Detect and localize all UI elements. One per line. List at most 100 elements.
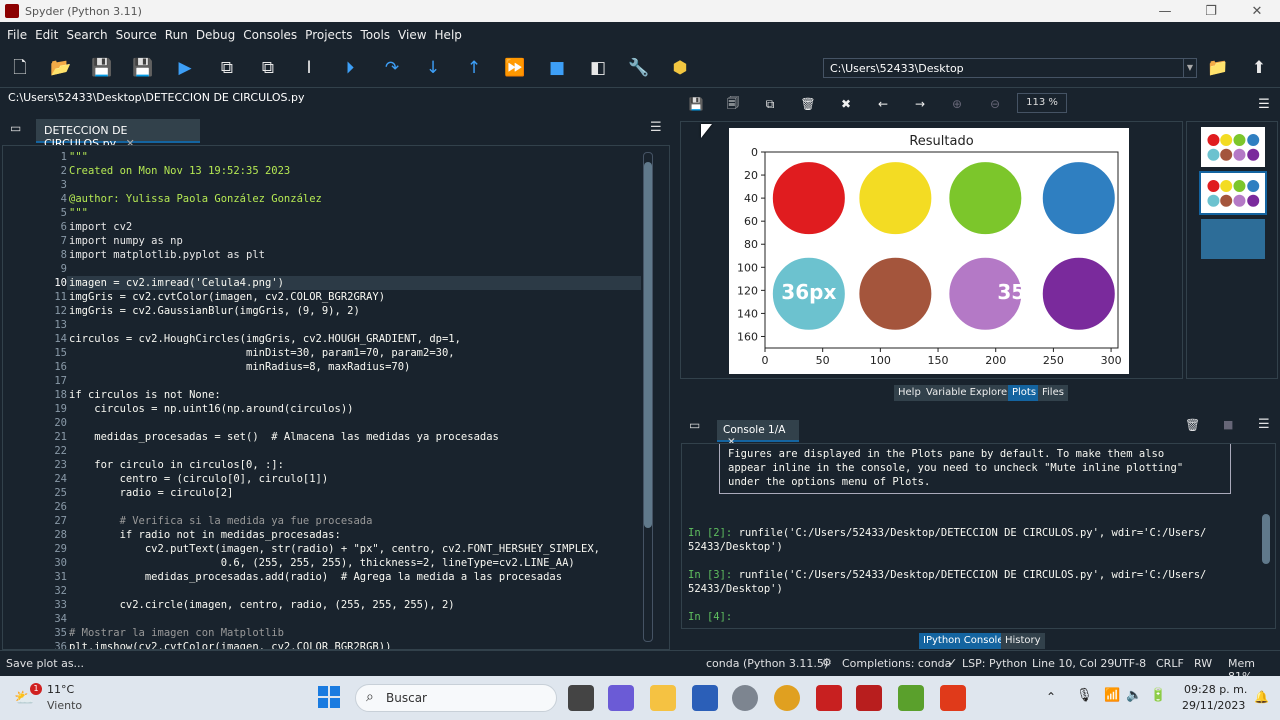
parent-directory-icon[interactable]: ⬆ (1247, 56, 1271, 80)
green-app-icon[interactable] (898, 685, 924, 711)
new-file-icon[interactable]: 🗋 (8, 56, 32, 80)
step-into-icon[interactable]: ↓ (421, 56, 445, 80)
weather-temp[interactable]: 11°C (47, 683, 74, 696)
maximize-pane-icon[interactable]: ◧ (586, 56, 610, 80)
console-current-prompt[interactable]: In [4]: (688, 610, 732, 624)
chevron-up-icon[interactable]: ⌃ (1046, 690, 1056, 704)
spyder-taskbar-icon[interactable] (940, 685, 966, 711)
task-view-icon[interactable] (568, 685, 594, 711)
code-editor[interactable]: 1 2 3 4 5 6 7 8 9 10 11 12 13 14 15 16 17 18 19 20 21 22 23 24 2… (2, 145, 670, 650)
save-file-icon[interactable]: 💾 (90, 56, 114, 80)
zoom-out-icon[interactable]: ⊖ (985, 94, 1005, 114)
remove-plot-icon[interactable]: 🗑 (798, 94, 818, 114)
plot-thumbnail-selected[interactable] (1199, 171, 1267, 215)
teams-chat-icon[interactable] (608, 685, 634, 711)
remove-all-plots-icon[interactable]: ✖ (836, 94, 856, 114)
plots-options-icon[interactable]: ☰ (1254, 94, 1274, 114)
debug-file-icon[interactable]: ⏵ (338, 56, 362, 80)
browse-tabs-icon[interactable]: ▭ (10, 121, 21, 135)
code-line: # Verifica si la medida ya fue procesada (69, 515, 373, 527)
menu-run[interactable]: Run (161, 28, 192, 42)
plot-thumbnails[interactable] (1186, 121, 1278, 379)
run-cell-advance-icon[interactable]: ⧉ (256, 56, 280, 80)
tab-files[interactable]: Files (1038, 385, 1068, 401)
chrome-icon[interactable] (774, 685, 800, 711)
maximize-button[interactable]: ❐ (1188, 0, 1234, 22)
console-tab[interactable]: Console 1/A ✕ (717, 420, 799, 448)
windows-start-icon[interactable] (318, 686, 340, 708)
status-lsp[interactable]: LSP: Python (962, 657, 1027, 670)
remove-console-icon[interactable]: 🗑 (1185, 418, 1200, 432)
wifi-icon[interactable]: 📶 (1104, 688, 1120, 703)
app-red-icon[interactable] (856, 685, 882, 711)
save-all-icon[interactable]: 💾 (131, 56, 155, 80)
tab-help[interactable]: Help (894, 385, 925, 401)
browse-directory-icon[interactable]: 📁 (1206, 56, 1230, 80)
menu-source[interactable]: Source (112, 28, 161, 42)
volume-icon[interactable]: 🔈 (1126, 688, 1142, 703)
menu-edit[interactable]: Edit (31, 28, 62, 42)
previous-plot-icon[interactable]: ← (873, 94, 893, 114)
preferences-wrench-icon[interactable]: 🔧 (627, 56, 651, 80)
y-tick-label: 0 (751, 146, 758, 159)
menu-file[interactable]: File (3, 28, 31, 42)
save-all-plots-icon[interactable]: 🗐 (723, 94, 743, 114)
menu-consoles[interactable]: Consoles (239, 28, 301, 42)
zoom-level[interactable]: 113 % (1017, 93, 1067, 113)
menu-search[interactable]: Search (62, 28, 111, 42)
plot-thumbnail[interactable] (1199, 125, 1267, 169)
x-tick-label: 250 (1043, 354, 1064, 367)
settings-gear-icon[interactable] (732, 685, 758, 711)
menu-tools[interactable]: Tools (356, 28, 394, 42)
menu-projects[interactable]: Projects (301, 28, 356, 42)
minimize-button[interactable]: — (1142, 0, 1188, 22)
weather-desc[interactable]: Viento (47, 699, 82, 712)
tab-ipython-console[interactable]: IPython Console (919, 633, 1008, 649)
copy-plot-icon[interactable]: ⧉ (760, 94, 780, 114)
tab-plots[interactable]: Plots (1008, 385, 1041, 401)
clock-time[interactable]: 09:28 p. m. (1184, 683, 1247, 696)
plot-canvas[interactable]: Resultado 36px 35p 0 20 40 60 80 100 120 140 160 0 50… (680, 121, 1183, 379)
working-directory-input[interactable]: C:\Users\52433\Desktop (823, 58, 1197, 78)
line-number: 1 (60, 151, 67, 163)
save-plot-icon[interactable]: 💾 (686, 94, 706, 114)
status-env[interactable]: conda (Python 3.11.5) (706, 657, 828, 670)
battery-icon[interactable]: 🔋 (1150, 688, 1166, 703)
step-over-icon[interactable]: ↷ (380, 56, 404, 80)
editor-scrollbar-thumb[interactable] (644, 162, 652, 528)
close-button[interactable]: ✕ (1234, 0, 1280, 22)
microphone-icon[interactable]: 🎙 (1076, 688, 1093, 703)
browse-tabs-icon[interactable]: ▭ (689, 418, 700, 432)
open-file-icon[interactable]: 📂 (49, 56, 73, 80)
console-options-icon[interactable]: ☰ (1258, 417, 1270, 432)
run-file-icon[interactable]: ▶ (173, 56, 197, 80)
tab-history[interactable]: History (1001, 633, 1045, 649)
run-cell-icon[interactable]: ⧉ (215, 56, 239, 80)
figure-title: Resultado (909, 134, 973, 149)
run-selection-icon[interactable]: I (297, 56, 321, 80)
menu-view[interactable]: View (394, 28, 430, 42)
app-red-gear-icon[interactable] (816, 685, 842, 711)
file-explorer-icon[interactable] (650, 685, 676, 711)
notifications-icon[interactable]: 🔔 (1254, 690, 1269, 704)
tab-variable-explorer[interactable]: Variable Explorer (922, 385, 1016, 401)
console-scrollbar-thumb[interactable] (1262, 514, 1270, 564)
zoom-in-icon[interactable]: ⊕ (947, 94, 967, 114)
options-menu-icon[interactable]: ☰ (650, 120, 662, 135)
plot-thumbnail[interactable] (1199, 217, 1267, 261)
menu-help[interactable]: Help (431, 28, 466, 42)
step-return-icon[interactable]: ↑ (462, 56, 486, 80)
python-path-icon[interactable]: ⬢ (668, 56, 692, 80)
menu-debug[interactable]: Debug (192, 28, 239, 42)
stop-debug-icon[interactable]: ■ (545, 56, 569, 80)
next-plot-icon[interactable]: → (910, 94, 930, 114)
editor-tab[interactable]: DETECCION DE CIRCULOS.py ✕ (36, 119, 200, 150)
clock-date[interactable]: 29/11/2023 (1182, 699, 1245, 712)
status-completions[interactable]: Completions: conda (842, 657, 951, 670)
interrupt-kernel-icon[interactable]: ■ (1223, 418, 1233, 431)
taskbar-search[interactable]: ⌕ Buscar (355, 684, 557, 712)
continue-icon[interactable]: ⏩ (503, 56, 527, 80)
console-output[interactable]: Figures are displayed in the Plots pane … (681, 443, 1276, 629)
word-icon[interactable] (692, 685, 718, 711)
chevron-down-icon[interactable]: ▼ (1183, 59, 1196, 77)
